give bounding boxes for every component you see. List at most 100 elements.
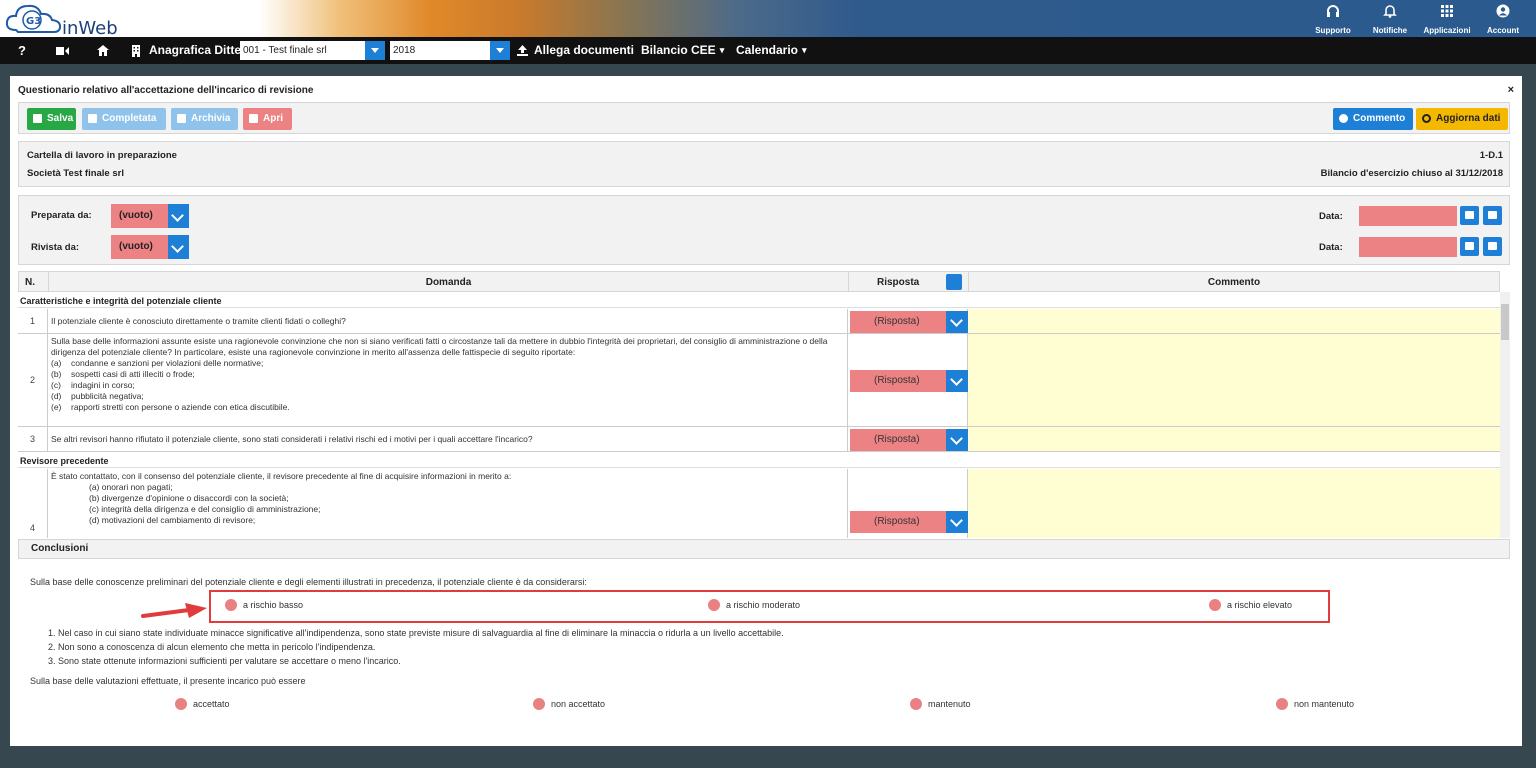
row-response: (Risposta) (848, 469, 968, 538)
non-mantenuto-radio[interactable]: non mantenuto (1276, 697, 1354, 711)
response-select[interactable]: (Risposta) (850, 311, 968, 333)
document-code: 1-D.1 (1479, 150, 1503, 161)
archivia-button[interactable]: Archivia (171, 108, 238, 130)
comment-icon (1339, 114, 1348, 123)
completata-button[interactable]: Completata (82, 108, 166, 130)
calendar-icon[interactable] (1460, 206, 1479, 225)
preparata-select[interactable]: (vuoto) (111, 204, 189, 228)
calendar-today-icon[interactable] (1483, 206, 1502, 225)
preparata-label: Preparata da: (31, 210, 92, 221)
video-icon[interactable] (56, 37, 69, 64)
risk-moderate-radio[interactable]: a rischio moderato (708, 598, 800, 612)
list-item: (b) divergenze d'opinione o disaccordi c… (89, 493, 289, 503)
year-select-value: 2018 (393, 45, 416, 56)
question-text: Sulla base delle informazioni assunte es… (51, 336, 828, 357)
applications-button[interactable]: Applicazioni (1419, 2, 1475, 36)
section-header: Revisore precedente (18, 454, 1500, 468)
account-button[interactable]: Account (1475, 2, 1531, 36)
conclusioni-header: Conclusioni (18, 539, 1510, 559)
list-item: (a) condanne e sanzioni per violazioni de… (51, 358, 264, 368)
section-header: Caratteristiche e integrità del potenzia… (18, 294, 1500, 308)
calendario-menu[interactable]: Calendario ▾ (736, 37, 807, 64)
save-button[interactable]: Salva (27, 108, 76, 130)
company-select[interactable]: 001 - Test finale srl (240, 41, 385, 60)
panel-title: Questionario relativo all'accettazione d… (18, 85, 314, 96)
aggiorna-button[interactable]: Aggiorna dati (1416, 108, 1508, 130)
calendar-icon[interactable] (1460, 237, 1479, 256)
account-label: Account (1487, 26, 1519, 35)
non-accettato-radio[interactable]: non accettato (533, 697, 605, 711)
accettato-radio[interactable]: accettato (175, 697, 230, 711)
svg-text:G3: G3 (26, 16, 41, 27)
home-icon[interactable] (97, 37, 109, 64)
floppy-icon (33, 114, 42, 123)
chevron-down-icon (946, 370, 968, 392)
notifications-label: Notifiche (1372, 26, 1408, 35)
rivista-date-input[interactable] (1359, 237, 1457, 257)
response-value: (Risposta) (874, 516, 920, 527)
comment-input[interactable] (968, 334, 1500, 426)
bilancio-text: Bilancio d'esercizio chiuso al 31/12/201… (1320, 168, 1503, 179)
anagrafica-ditte-link[interactable]: Anagrafica Ditte (131, 37, 241, 64)
notifications-button[interactable]: Notifiche (1362, 2, 1418, 36)
anagrafica-label: Anagrafica Ditte (149, 43, 242, 57)
chevron-down-icon (946, 311, 968, 333)
apri-button[interactable]: Apri (243, 108, 292, 130)
apri-label: Apri (263, 113, 283, 124)
header-n: N. (18, 271, 49, 292)
scrollbar-thumb[interactable] (1501, 304, 1509, 340)
response-value: (Risposta) (874, 375, 920, 386)
risk-high-radio[interactable]: a rischio elevato (1209, 598, 1292, 612)
row-number: 3 (18, 427, 48, 451)
comment-input[interactable] (968, 469, 1500, 538)
response-value: (Risposta) (874, 434, 920, 445)
bilancio-label: Bilancio CEE (641, 43, 716, 57)
info-box: Cartella di lavoro in preparazione 1-D.1… (18, 141, 1510, 187)
user-icon (1496, 4, 1510, 18)
data-label-1: Data: (1319, 211, 1343, 222)
mantenuto-radio[interactable]: mantenuto (910, 697, 971, 711)
save-label: Salva (47, 113, 74, 124)
response-select[interactable]: (Risposta) (850, 370, 968, 392)
comment-input[interactable] (968, 427, 1500, 451)
risk-low-radio[interactable]: a rischio basso (225, 598, 303, 612)
question-text: È stato contattato, con il consenso del … (51, 471, 512, 481)
row-response: (Risposta) (848, 334, 968, 426)
header-risposta-label: Risposta (877, 277, 920, 288)
signoff-box: Preparata da: (vuoto) Rivista da: (vuoto… (18, 195, 1510, 265)
row-question: È stato contattato, con il consenso del … (48, 469, 848, 538)
app-logo[interactable]: G3 inWeb (4, 2, 124, 39)
support-button[interactable]: Supporto (1305, 2, 1361, 36)
preparata-date-input[interactable] (1359, 206, 1457, 226)
calendar-today-icon[interactable] (1483, 237, 1502, 256)
questionnaire-panel: Questionario relativo all'accettazione d… (10, 76, 1522, 746)
row-question: Il potenziale cliente è conosciuto diret… (48, 309, 848, 333)
help-button[interactable]: ? (18, 37, 26, 64)
allega-documenti-link[interactable]: Allega documenti (517, 37, 634, 64)
table-row: 2 Sulla base delle informazioni assunte … (18, 334, 1500, 427)
list-item: (e) rapporti stretti con persone o aziend… (51, 402, 290, 412)
commento-button[interactable]: Commento (1333, 108, 1413, 130)
app-brand: inWeb (62, 18, 118, 39)
chevron-down-icon (168, 235, 189, 259)
scrollbar[interactable] (1500, 292, 1510, 538)
close-button[interactable]: × (1508, 84, 1514, 96)
chevron-down-icon: ▾ (719, 45, 725, 55)
table-row: 4 È stato contattato, con il consenso de… (18, 469, 1500, 538)
company-name: Società Test finale srl (27, 168, 124, 179)
bell-icon (1383, 5, 1397, 18)
chevron-down-icon (946, 511, 968, 533)
list-item: (a) onorari non pagati; (89, 482, 173, 492)
header-commento: Commento (968, 271, 1500, 292)
year-select[interactable]: 2018 (390, 41, 510, 60)
response-select[interactable]: (Risposta) (850, 429, 968, 451)
comment-input[interactable] (968, 309, 1500, 333)
row-response: (Risposta) (848, 427, 968, 451)
cloud-icon: G3 (5, 4, 62, 33)
response-select[interactable]: (Risposta) (850, 511, 968, 533)
company-select-value: 001 - Test finale srl (243, 45, 327, 56)
questions-table: N. Domanda Risposta Commento Caratterist… (18, 271, 1510, 538)
rivista-select[interactable]: (vuoto) (111, 235, 189, 259)
bilancio-cee-menu[interactable]: Bilancio CEE ▾ (641, 37, 724, 64)
list-icon[interactable] (946, 274, 962, 290)
